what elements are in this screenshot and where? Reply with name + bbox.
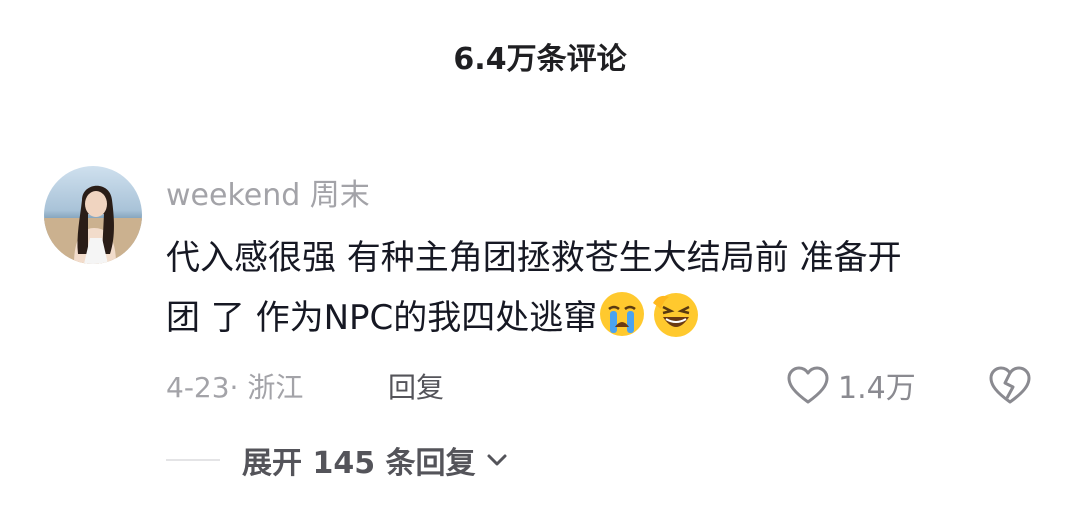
comment-date-location: 4-23· 浙江 (166, 371, 304, 404)
comment-text-line-2-content: 团 了 作为NPC的我四处逃窜 (166, 298, 598, 338)
comment-count-title: 6.4万条评论 (453, 42, 627, 77)
comment-text: 代入感很强 有种主角团拯救苍生大结局前 准备开 团 了 作为NPC的我四处逃窜 (166, 228, 1046, 348)
expand-divider-line (166, 459, 220, 461)
comments-header: 6.4万条评论 (0, 34, 1080, 78)
dislike-button[interactable] (988, 364, 1032, 406)
like-button[interactable]: 1.4万 (786, 362, 916, 408)
comment-text-line-2: 团 了 作为NPC的我四处逃窜 (166, 288, 1046, 348)
like-count: 1.4万 (838, 371, 916, 406)
chevron-down-icon (487, 454, 507, 466)
expand-replies-button[interactable]: 展开 145 条回复 (166, 440, 510, 481)
avatar[interactable] (44, 166, 142, 264)
crying-face-icon (597, 289, 647, 339)
laughing-face-icon (651, 289, 701, 339)
reply-button[interactable]: 回复 (388, 366, 444, 406)
expand-replies-label: 展开 145 条回复 (242, 446, 476, 481)
heart-outline-icon (787, 366, 829, 404)
comment-text-line-1: 代入感很强 有种主角团拯救苍生大结局前 准备开 (166, 238, 902, 278)
comment-meta-row: 4-23· 浙江 回复 1.4万 (166, 362, 1046, 408)
comment-username[interactable]: weekend 周末 (166, 170, 370, 214)
avatar-photo (44, 166, 142, 264)
broken-heart-icon (989, 366, 1031, 404)
